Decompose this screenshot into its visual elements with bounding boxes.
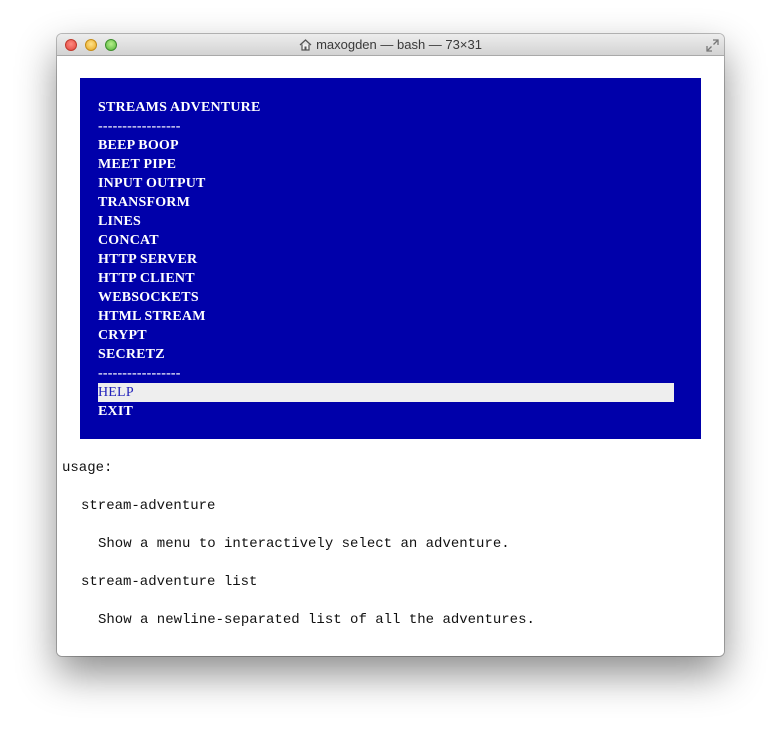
terminal-content[interactable]: STREAMS ADVENTURE ----------------- BEEP… [57, 56, 724, 656]
menu-item-html-stream[interactable]: HTML STREAM [98, 307, 206, 326]
title-bar[interactable]: maxogden — bash — 73×31 [57, 34, 724, 56]
menu-separator-top: ----------------- [98, 119, 181, 134]
menu-item-lines[interactable]: LINES [98, 212, 141, 231]
usage-command-1: stream-adventure [81, 498, 216, 514]
menu-heading: STREAMS ADVENTURE [98, 100, 261, 115]
window-title-text: maxogden — bash — 73×31 [316, 37, 482, 52]
menu-item-http-client[interactable]: HTTP CLIENT [98, 269, 195, 288]
window-title: maxogden — bash — 73×31 [57, 37, 724, 54]
menu-item-meet-pipe[interactable]: MEET PIPE [98, 155, 176, 174]
fullscreen-icon[interactable] [706, 39, 719, 57]
menu-item-concat[interactable]: CONCAT [98, 231, 159, 250]
menu-item-crypt[interactable]: CRYPT [98, 326, 147, 345]
menu-item-websockets[interactable]: WEBSOCKETS [98, 288, 199, 307]
menu-item-help[interactable]: HELP [98, 383, 674, 402]
home-icon [299, 39, 312, 54]
menu-item-exit[interactable]: EXIT [98, 402, 133, 421]
menu-separator-bottom: ----------------- [98, 366, 181, 381]
menu-item-transform[interactable]: TRANSFORM [98, 193, 190, 212]
terminal-window: maxogden — bash — 73×31 STREAMS ADVENTUR… [57, 34, 724, 656]
adventure-menu: STREAMS ADVENTURE ----------------- BEEP… [80, 78, 701, 439]
menu-item-beep-boop[interactable]: BEEP BOOP [98, 136, 179, 155]
usage-command-2: stream-adventure list [81, 574, 258, 590]
menu-item-secretz[interactable]: SECRETZ [98, 345, 165, 364]
usage-description-1: Show a menu to interactively select an a… [98, 536, 510, 552]
usage-description-2: Show a newline-separated list of all the… [98, 612, 535, 628]
menu-item-http-server[interactable]: HTTP SERVER [98, 250, 197, 269]
usage-heading: usage: [62, 460, 113, 476]
menu-item-input-output[interactable]: INPUT OUTPUT [98, 174, 206, 193]
